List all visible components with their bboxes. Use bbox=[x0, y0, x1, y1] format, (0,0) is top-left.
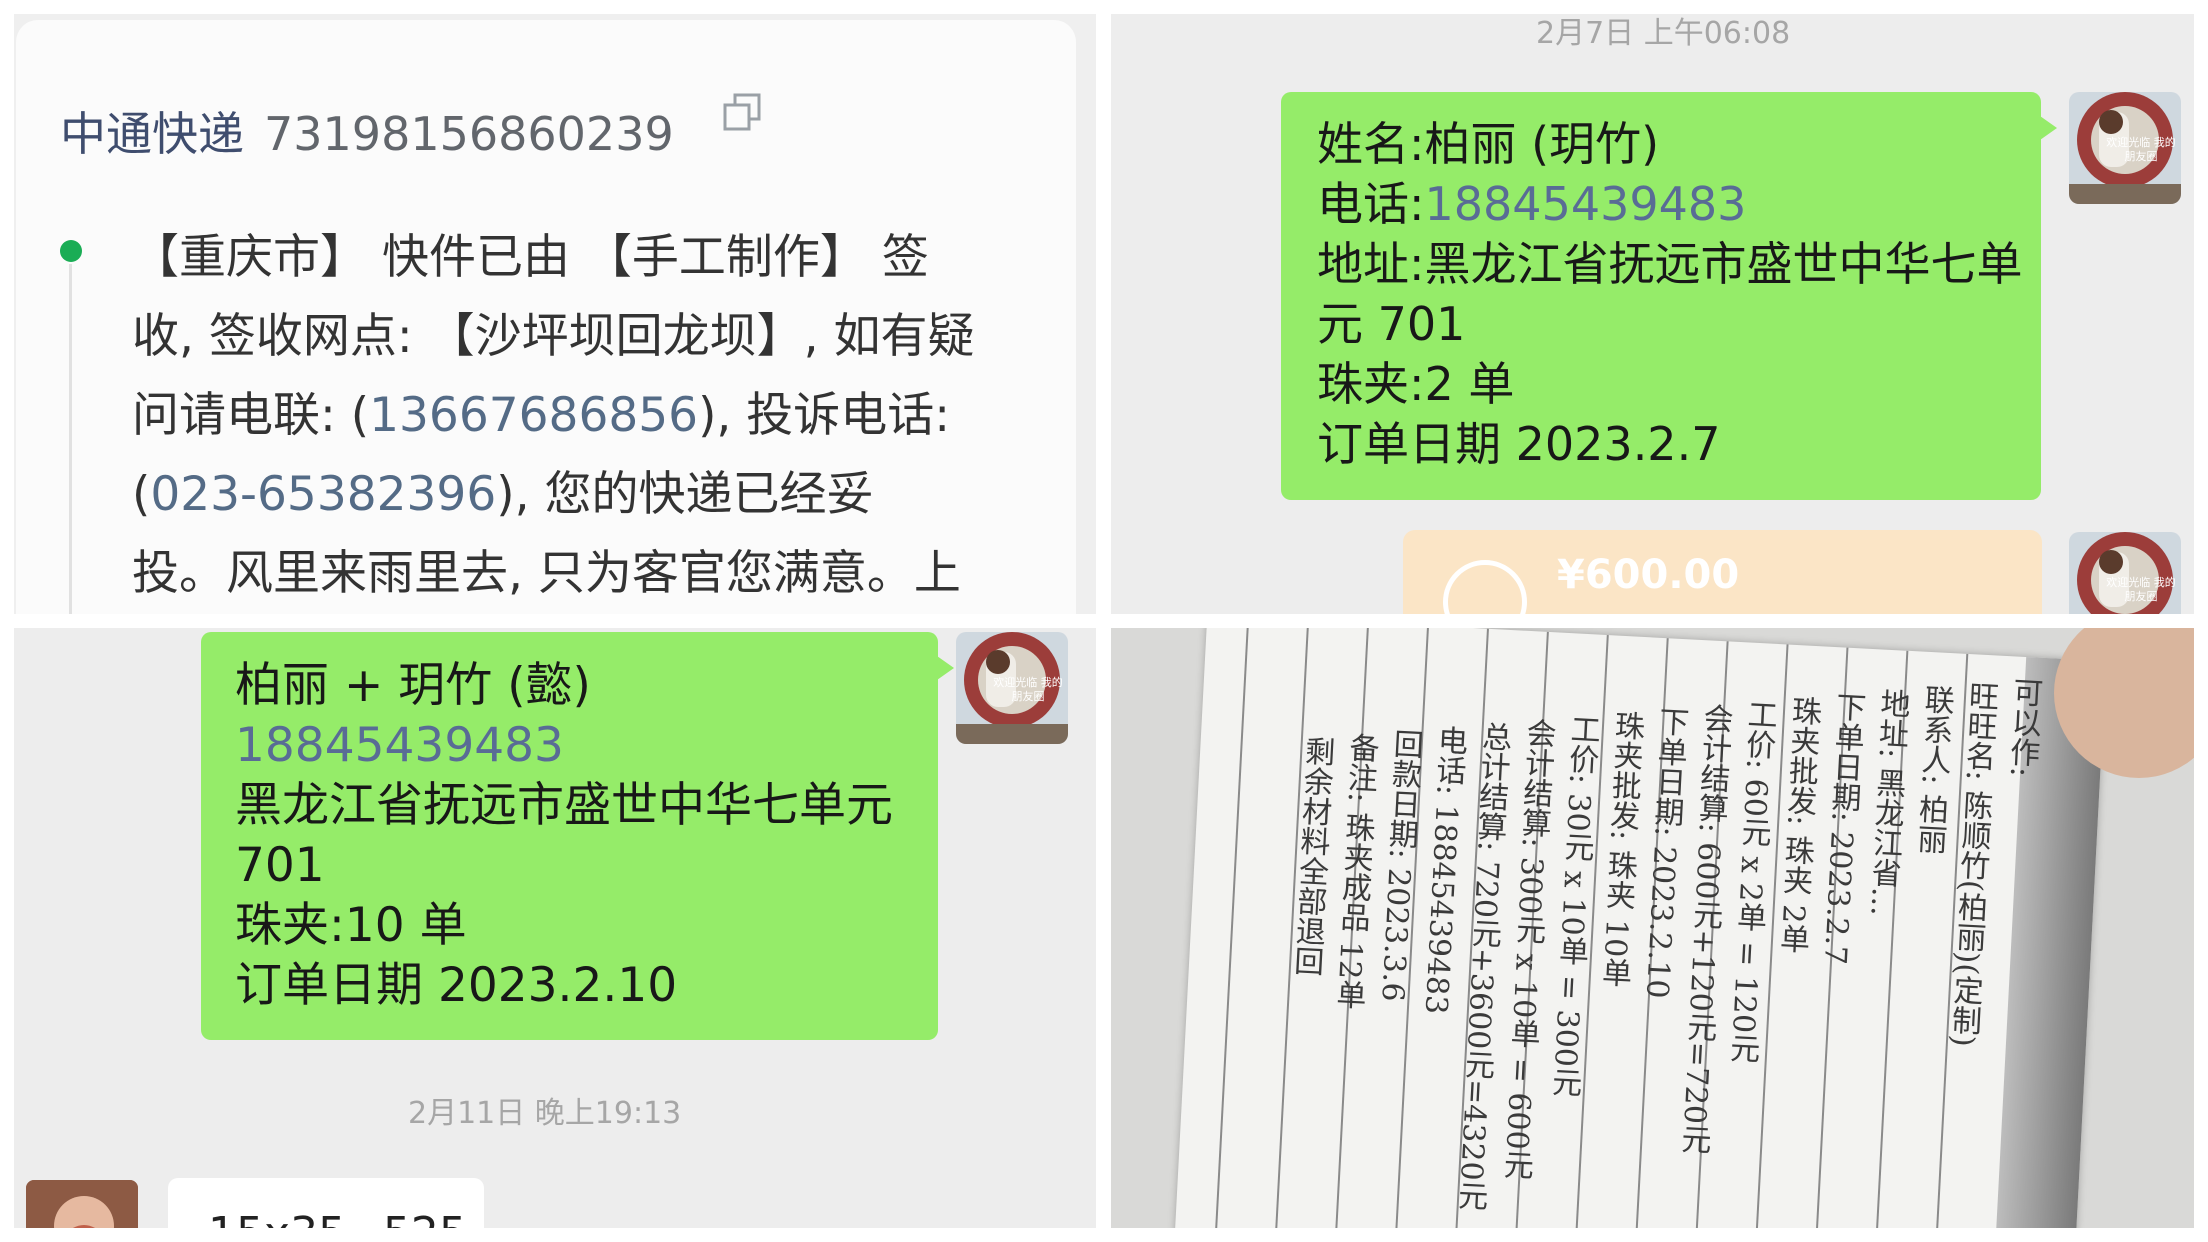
order-date: 订单日期 2023.2.7 bbox=[1317, 417, 1721, 471]
status-line: 收, 签收网点: 【沙坪坝回龙坝】, 如有疑 bbox=[132, 309, 975, 364]
ledger-entry: 联系人: 柏丽 bbox=[1910, 683, 1955, 855]
status-line: (023-65382396), 您的快递已经妥 bbox=[132, 467, 874, 522]
copy-icon[interactable] bbox=[722, 92, 762, 132]
chat-panel-2: 柏丽 + 玥竹 (懿) 18845439483 黑龙江省抚远市盛世中华七单元 7… bbox=[14, 628, 1096, 1228]
status-line: 【重庆市】 快件已由 【手工制作】 签 bbox=[132, 230, 929, 285]
items-line: 珠夹:10 单 bbox=[235, 898, 467, 953]
tracking-status-text: 【重庆市】 快件已由 【手工制作】 签 收, 签收网点: 【沙坪坝回龙坝】, 如… bbox=[132, 218, 1052, 613]
order-date: 订单日期 2023.2.10 bbox=[235, 958, 678, 1013]
order-message-bubble[interactable]: 柏丽 + 玥竹 (懿) 18845439483 黑龙江省抚远市盛世中华七单元 7… bbox=[201, 632, 954, 1040]
ledger-paper: 可以作: 旺旺名: 陈顺竹(柏丽)(定制) 联系人: 柏丽 地址: 黑龙江省... 下单… bbox=[1174, 628, 2136, 1228]
transfer-amount: ¥600.00 bbox=[1557, 552, 1740, 598]
address-line: 黑龙江省抚远市盛世中华七单元 bbox=[235, 778, 893, 833]
transfer-card[interactable]: ¥600.00 bbox=[1403, 530, 2042, 614]
tracking-header: 中通快递 73198156860239 bbox=[60, 98, 674, 164]
ledger-entry: 剩余材料全部退回 bbox=[1287, 735, 1336, 977]
customer-name: 姓名:柏丽 (玥竹) bbox=[1317, 117, 1660, 171]
address-line-cont: 701 bbox=[235, 838, 325, 893]
phone-line: 电话:18845439483 bbox=[1317, 177, 1747, 231]
address-line-cont: 元 701 bbox=[1317, 297, 1466, 351]
customer-name: 柏丽 + 玥竹 (懿) bbox=[235, 658, 591, 713]
status-dot-icon bbox=[60, 240, 82, 262]
phone-link[interactable]: 18845439483 bbox=[235, 716, 938, 776]
avatar-caption: 欢迎光临 我的朋友圈 bbox=[2106, 576, 2176, 603]
tracking-panel: 中通快递 73198156860239 【重庆市】 快件已由 【手工制作】 签 收… bbox=[14, 14, 1096, 614]
contact-phone-link[interactable]: 13667686856 bbox=[369, 388, 698, 443]
transfer-icon bbox=[1443, 560, 1527, 614]
address-line: 地址:黑龙江省抚远市盛世中华七单 bbox=[1317, 237, 2023, 291]
order-message-bubble[interactable]: 姓名:柏丽 (玥竹) 电话:18845439483 地址:黑龙江省抚远市盛世中华… bbox=[1281, 92, 2057, 500]
tracking-number[interactable]: 73198156860239 bbox=[264, 107, 674, 161]
ledger-entry: 地址: 黑龙江省... bbox=[1863, 687, 1911, 917]
avatar-caption: 欢迎光临 我的朋友圈 bbox=[2106, 136, 2176, 163]
sender-avatar[interactable]: 欢迎光临 我的朋友圈 bbox=[2069, 92, 2181, 204]
message-timestamp: 2月7日 上午06:08 bbox=[1536, 16, 1791, 51]
message-timestamp: 2月11日 晚上19:13 bbox=[408, 1096, 682, 1131]
timeline-line bbox=[69, 264, 72, 614]
incoming-message-bubble[interactable]: 15x35=525 bbox=[168, 1178, 484, 1228]
courier-name: 中通快递 bbox=[60, 107, 244, 161]
ledger-entry: 可以作: bbox=[2002, 676, 2044, 778]
sender-avatar[interactable]: 欢迎光临 我的朋友圈 bbox=[2069, 532, 2181, 614]
paper-sheet: 可以作: 旺旺名: 陈顺竹(柏丽)(定制) 联系人: 柏丽 地址: 黑龙江省... 下单… bbox=[1174, 628, 2107, 1228]
avatar-caption: 欢迎光临 我的朋友圈 bbox=[993, 676, 1063, 703]
handwritten-columns: 可以作: 旺旺名: 陈顺竹(柏丽)(定制) 联系人: 柏丽 地址: 黑龙江省... 下单… bbox=[1235, 628, 2066, 1228]
complaint-phone-link[interactable]: 023-65382396 bbox=[150, 467, 496, 522]
sender-avatar[interactable]: 欢迎光临 我的朋友圈 bbox=[956, 632, 1068, 744]
chat-panel-1: 2月7日 上午06:08 姓名:柏丽 (玥竹) 电话:18845439483 地… bbox=[1111, 14, 2194, 614]
tracking-card: 中通快递 73198156860239 【重庆市】 快件已由 【手工制作】 签 收… bbox=[16, 20, 1076, 614]
ledger-photo: 可以作: 旺旺名: 陈顺竹(柏丽)(定制) 联系人: 柏丽 地址: 黑龙江省... 下单… bbox=[1111, 628, 2194, 1228]
phone-link[interactable]: 18845439483 bbox=[1425, 177, 1747, 231]
status-line: 问请电联: (13667686856), 投诉电话: bbox=[132, 388, 951, 443]
incoming-message-text: 15x35=525 bbox=[208, 1208, 467, 1228]
items-line: 珠夹:2 单 bbox=[1317, 357, 1515, 411]
contact-avatar[interactable] bbox=[26, 1180, 138, 1228]
ledger-entry: 下单日期: 2023.2.7 bbox=[1816, 690, 1867, 966]
status-line: 投。风里来雨里去, 只为客官您满意。上 bbox=[132, 546, 961, 601]
